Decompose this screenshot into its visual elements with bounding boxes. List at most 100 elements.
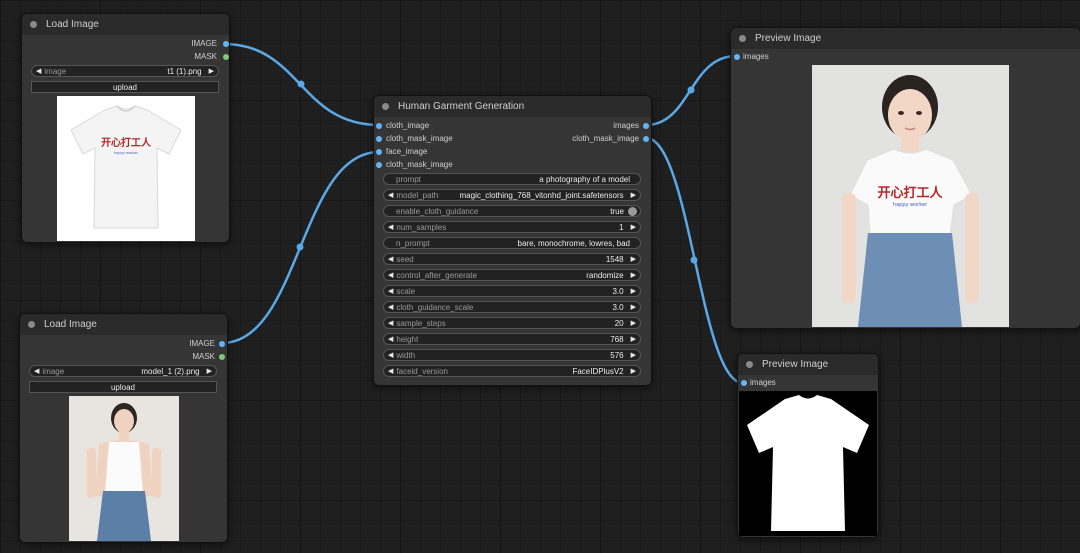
widget-control-after-generate[interactable]: ◀ control_after_generate randomize ▶ [383,269,641,281]
widget-name: faceid_version [396,366,448,376]
collapse-dot-icon[interactable] [382,103,389,110]
output-slot-image[interactable] [223,41,229,47]
increment-arrow-icon[interactable]: ▶ [631,255,636,263]
increment-arrow-icon[interactable]: ▶ [207,367,212,375]
collapse-dot-icon[interactable] [739,35,746,42]
widget-width[interactable]: ◀ width 576 ▶ [383,349,641,361]
input-slot-images[interactable] [741,380,747,386]
shirt-print-text: 开心打工人 [101,136,152,149]
output-image-preview: 开心打工人 happy worker [812,65,1009,327]
cloth-mask-image [739,391,877,536]
increment-arrow-icon[interactable]: ▶ [631,335,636,343]
widget-enable-cloth-guidance[interactable]: enable_cloth_guidance true [383,205,641,217]
widget-prompt[interactable]: prompt a photography of a model [383,173,641,185]
widget-value: true [610,206,624,216]
increment-arrow-icon[interactable]: ▶ [631,287,636,295]
widget-sample-steps[interactable]: ◀ sample_steps 20 ▶ [383,317,641,329]
output-slot-mask[interactable] [223,54,229,60]
input-slot-cloth-image[interactable] [376,123,382,129]
output-slot-cloth-mask-image[interactable] [643,136,649,142]
decrement-arrow-icon[interactable]: ◀ [388,191,393,199]
input-slot-cloth-mask-image[interactable] [376,136,382,142]
input-slot-images[interactable] [734,54,740,60]
image-combo-widget[interactable]: ◀ image model_1 (2).png ▶ [29,365,217,377]
input-slot-face-image[interactable] [376,149,382,155]
widget-value: 1 [619,222,624,232]
shirt-print-subtext: happy worker [893,202,928,208]
widget-value: 768 [610,334,624,344]
widget-seed[interactable]: ◀ seed 1548 ▶ [383,253,641,265]
collapse-dot-icon[interactable] [28,321,35,328]
output-slot-images[interactable] [643,123,649,129]
widget-num-samples[interactable]: ◀ num_samples 1 ▶ [383,221,641,233]
widget-value: 576 [610,350,624,360]
decrement-arrow-icon[interactable]: ◀ [388,303,393,311]
input-label-cloth-image: cloth_image [386,121,430,130]
widget-cloth-guidance-scale[interactable]: ◀ cloth_guidance_scale 3.0 ▶ [383,301,641,313]
human-garment-generation-node[interactable]: Human Garment Generation cloth_image clo… [373,95,652,386]
decrement-arrow-icon[interactable]: ◀ [388,255,393,263]
widget-value: 1548 [605,254,624,264]
widget-scale[interactable]: ◀ scale 3.0 ▶ [383,285,641,297]
increment-arrow-icon[interactable]: ▶ [209,67,214,75]
input-label-face-image: face_image [386,147,428,156]
input-slot-cloth-mask-image-2[interactable] [376,162,382,168]
decrement-arrow-icon[interactable]: ◀ [34,367,39,375]
increment-arrow-icon[interactable]: ▶ [631,271,636,279]
node-title-bar[interactable]: Preview Image [738,354,878,375]
widget-height[interactable]: ◀ height 768 ▶ [383,333,641,345]
upload-button[interactable]: upload [31,81,219,93]
output-label-image: IMAGE [189,339,215,348]
wire-midpoint [690,256,698,264]
shirt-print-subtext: happy worker [114,151,138,155]
node-title: Human Garment Generation [398,101,525,112]
preview-image-node-2[interactable]: Preview Image images [737,353,879,538]
input-label-images: images [743,52,769,61]
decrement-arrow-icon[interactable]: ◀ [388,319,393,327]
tshirt-image: 开心打工人 happy worker [70,105,182,229]
output-slot-image[interactable] [219,341,225,347]
increment-arrow-icon[interactable]: ▶ [631,223,636,231]
load-image-node-2[interactable]: Load Image IMAGE MASK ◀ image model_1 (2… [19,313,228,543]
decrement-arrow-icon[interactable]: ◀ [388,335,393,343]
increment-arrow-icon[interactable]: ▶ [631,367,636,375]
decrement-arrow-icon[interactable]: ◀ [36,67,41,75]
input-label-cloth-mask-image-2: cloth_mask_image [386,160,453,169]
widget-n-prompt[interactable]: n_prompt bare, monochrome, lowres, bad [383,237,641,249]
node-title-bar[interactable]: Preview Image [731,28,1080,49]
decrement-arrow-icon[interactable]: ◀ [388,367,393,375]
shirt-print-text: 开心打工人 [877,185,943,201]
image-combo-widget[interactable]: ◀ image t1 (1).png ▶ [31,65,219,77]
increment-arrow-icon[interactable]: ▶ [631,303,636,311]
node-title-bar[interactable]: Human Garment Generation [374,96,651,117]
widget-name: model_path [396,190,439,200]
decrement-arrow-icon[interactable]: ◀ [388,271,393,279]
image-preview: 开心打工人 happy worker [57,96,195,241]
widget-value: FaceIDPlusV2 [572,366,624,376]
widget-faceid-version[interactable]: ◀ faceid_version FaceIDPlusV2 ▶ [383,365,641,377]
widget-name: scale [396,286,416,296]
widget-model-path[interactable]: ◀ model_path magic_clothing_768_vitonhd_… [383,189,641,201]
output-slot-mask[interactable] [219,354,225,360]
decrement-arrow-icon[interactable]: ◀ [388,351,393,359]
load-image-node-1[interactable]: Load Image IMAGE MASK ◀ image t1 (1).png… [21,13,230,243]
collapse-dot-icon[interactable] [746,361,753,368]
node-title-bar[interactable]: Load Image [22,14,229,35]
upload-button[interactable]: upload [29,381,217,393]
widget-name: enable_cloth_guidance [396,206,479,216]
widget-value: magic_clothing_768_vitonhd_joint.safeten… [459,190,624,200]
collapse-dot-icon[interactable] [30,21,37,28]
node-title-bar[interactable]: Load Image [20,314,227,335]
node-title: Preview Image [762,359,829,370]
preview-image-node-1[interactable]: Preview Image images 开心打工人 happy worker [730,27,1080,329]
widget-name: image [44,66,67,76]
decrement-arrow-icon[interactable]: ◀ [388,223,393,231]
model-photo [69,396,179,541]
increment-arrow-icon[interactable]: ▶ [631,319,636,327]
increment-arrow-icon[interactable]: ▶ [631,191,636,199]
widget-value: 3.0 [612,302,624,312]
increment-arrow-icon[interactable]: ▶ [631,351,636,359]
widget-name: cloth_guidance_scale [396,302,474,312]
decrement-arrow-icon[interactable]: ◀ [388,287,393,295]
toggle-knob-icon[interactable] [628,206,637,216]
